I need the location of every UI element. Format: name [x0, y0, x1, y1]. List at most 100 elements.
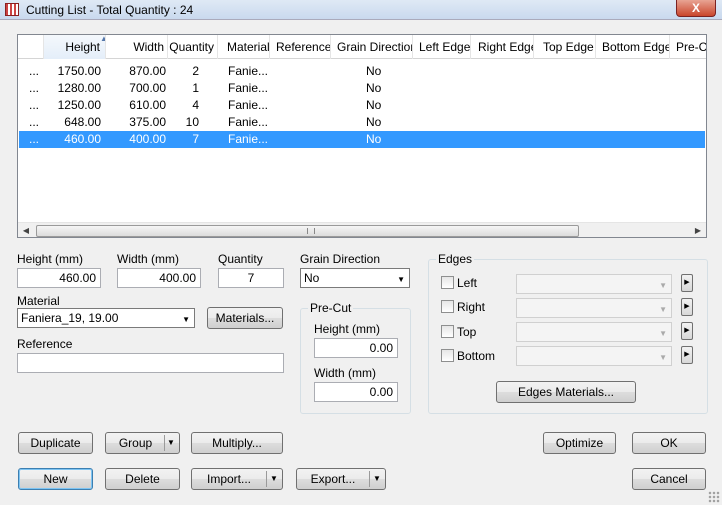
cell-width: 610.00 — [129, 98, 166, 112]
chevron-down-icon: ▼ — [397, 275, 405, 284]
chevron-down-icon[interactable]: ▼ — [373, 469, 381, 489]
cancel-button[interactable]: Cancel — [632, 468, 706, 490]
column-header-grain-direction[interactable]: Grain Direction — [331, 35, 413, 59]
cell-height: 1750.00 — [57, 64, 101, 78]
height-label: Height (mm) — [17, 252, 84, 266]
chevron-down-icon: ▼ — [659, 329, 667, 338]
column-header-bottom-edge[interactable]: Bottom Edge — [596, 35, 670, 59]
export-button-label: Export... — [310, 472, 356, 486]
close-button[interactable]: X — [676, 0, 716, 17]
table-row[interactable]: ... 1280.00 700.00 1 Fanie... No — [19, 80, 705, 97]
cell-material: Fanie... — [228, 81, 269, 95]
right-edge-select[interactable]: ▼ — [516, 298, 672, 318]
scrollbar-thumb[interactable] — [36, 225, 579, 237]
right-edge-checkbox[interactable] — [441, 300, 454, 313]
quantity-field[interactable]: 7 — [218, 268, 284, 288]
optimize-button[interactable]: Optimize — [543, 432, 616, 454]
table-row[interactable]: ... 1750.00 870.00 2 Fanie... No — [19, 63, 705, 80]
group-button[interactable]: Group ▼ — [105, 432, 180, 454]
row-handle[interactable]: ... — [29, 114, 39, 131]
left-edge-select[interactable]: ▼ — [516, 274, 672, 294]
height-field[interactable]: 460.00 — [17, 268, 101, 288]
scroll-right-icon[interactable]: ▶ — [690, 223, 706, 237]
delete-button[interactable]: Delete — [105, 468, 180, 490]
cell-material: Fanie... — [228, 115, 269, 129]
precut-height-field[interactable]: 0.00 — [314, 338, 398, 358]
bottom-edge-checkbox[interactable] — [441, 349, 454, 362]
reference-field[interactable] — [17, 353, 284, 373]
title-bar: Cutting List - Total Quantity : 24 X — [0, 0, 722, 20]
bottom-edge-label: Bottom — [457, 349, 496, 363]
chevron-down-icon[interactable]: ▼ — [167, 433, 175, 453]
cell-grain: No — [366, 98, 382, 112]
row-handle[interactable]: ... — [29, 131, 39, 148]
ok-button[interactable]: OK — [632, 432, 706, 454]
left-edge-label: Left — [457, 276, 478, 290]
grain-direction-value: No — [304, 271, 320, 285]
top-edge-arrow-button[interactable]: ▶ — [681, 322, 693, 340]
column-header-quantity[interactable]: Quantity — [168, 35, 218, 59]
grain-direction-select[interactable]: No ▼ — [300, 268, 410, 288]
multiply-button[interactable]: Multiply... — [191, 432, 283, 454]
column-header-right-edge[interactable]: Right Edge — [471, 35, 534, 59]
left-edge-arrow-button[interactable]: ▶ — [681, 274, 693, 292]
duplicate-button[interactable]: Duplicate — [18, 432, 93, 454]
cell-quantity: 10 — [185, 115, 199, 129]
row-handle[interactable]: ... — [29, 97, 39, 114]
left-edge-checkbox[interactable] — [441, 276, 454, 289]
horizontal-scrollbar[interactable]: ◀ ▶ — [18, 222, 706, 237]
right-edge-arrow-button[interactable]: ▶ — [681, 298, 693, 316]
split-separator — [266, 471, 267, 487]
cell-height: 1280.00 — [57, 81, 101, 95]
window-title: Cutting List - Total Quantity : 24 — [26, 3, 194, 17]
cell-material: Fanie... — [228, 132, 269, 146]
reference-label: Reference — [17, 337, 73, 351]
material-value: Faniera_19, 19.00 — [21, 311, 119, 325]
right-edge-label: Right — [457, 300, 486, 314]
width-field[interactable]: 400.00 — [117, 268, 201, 288]
column-header-height[interactable]: ▲ Height — [44, 35, 106, 59]
column-header-pre-cut[interactable]: Pre-Cu — [670, 35, 706, 59]
bottom-edge-arrow-button[interactable]: ▶ — [681, 346, 693, 364]
precut-width-field[interactable]: 0.00 — [314, 382, 398, 402]
resize-grip-icon[interactable] — [708, 491, 720, 503]
edges-legend: Edges — [436, 252, 475, 266]
row-handle[interactable]: ... — [29, 63, 39, 80]
column-header-material[interactable]: Material — [218, 35, 270, 59]
column-header-left-edge[interactable]: Left Edge — [413, 35, 471, 59]
cell-quantity: 4 — [192, 98, 199, 112]
cell-material: Fanie... — [228, 98, 269, 112]
column-header-reference[interactable]: Reference — [270, 35, 331, 59]
quantity-label: Quantity — [218, 252, 263, 266]
precut-height-label: Height (mm) — [314, 322, 381, 336]
cell-grain: No — [366, 115, 382, 129]
column-header-width[interactable]: Width — [106, 35, 168, 59]
edges-materials-button[interactable]: Edges Materials... — [496, 381, 636, 403]
top-edge-label: Top — [457, 325, 477, 339]
top-edge-checkbox[interactable] — [441, 325, 454, 338]
cell-width: 870.00 — [129, 64, 166, 78]
export-button[interactable]: Export... ▼ — [296, 468, 386, 490]
material-label: Material — [17, 294, 60, 308]
new-button[interactable]: New — [18, 468, 93, 490]
cell-height: 460.00 — [64, 132, 101, 146]
scroll-left-icon[interactable]: ◀ — [18, 223, 34, 237]
table-row-selected[interactable]: ... 460.00 400.00 7 Fanie... No — [19, 131, 705, 148]
cell-height: 648.00 — [64, 115, 101, 129]
cell-grain: No — [366, 64, 382, 78]
chevron-down-icon[interactable]: ▼ — [270, 469, 278, 489]
column-header-top-edge[interactable]: Top Edge — [534, 35, 596, 59]
row-handle[interactable]: ... — [29, 80, 39, 97]
top-edge-select[interactable]: ▼ — [516, 322, 672, 342]
table-row[interactable]: ... 1250.00 610.00 4 Fanie... No — [19, 97, 705, 114]
chevron-down-icon: ▼ — [182, 315, 190, 324]
material-select[interactable]: Faniera_19, 19.00 ▼ — [17, 308, 195, 328]
cutting-list-grid[interactable]: ▲ Height Width Quantity Material Referen… — [17, 34, 707, 238]
chevron-down-icon: ▼ — [659, 281, 667, 290]
import-button[interactable]: Import... ▼ — [191, 468, 283, 490]
bottom-edge-select[interactable]: ▼ — [516, 346, 672, 366]
table-row[interactable]: ... 648.00 375.00 10 Fanie... No — [19, 114, 705, 131]
cell-height: 1250.00 — [57, 98, 101, 112]
materials-button[interactable]: Materials... — [207, 307, 283, 329]
chevron-down-icon: ▼ — [659, 305, 667, 314]
